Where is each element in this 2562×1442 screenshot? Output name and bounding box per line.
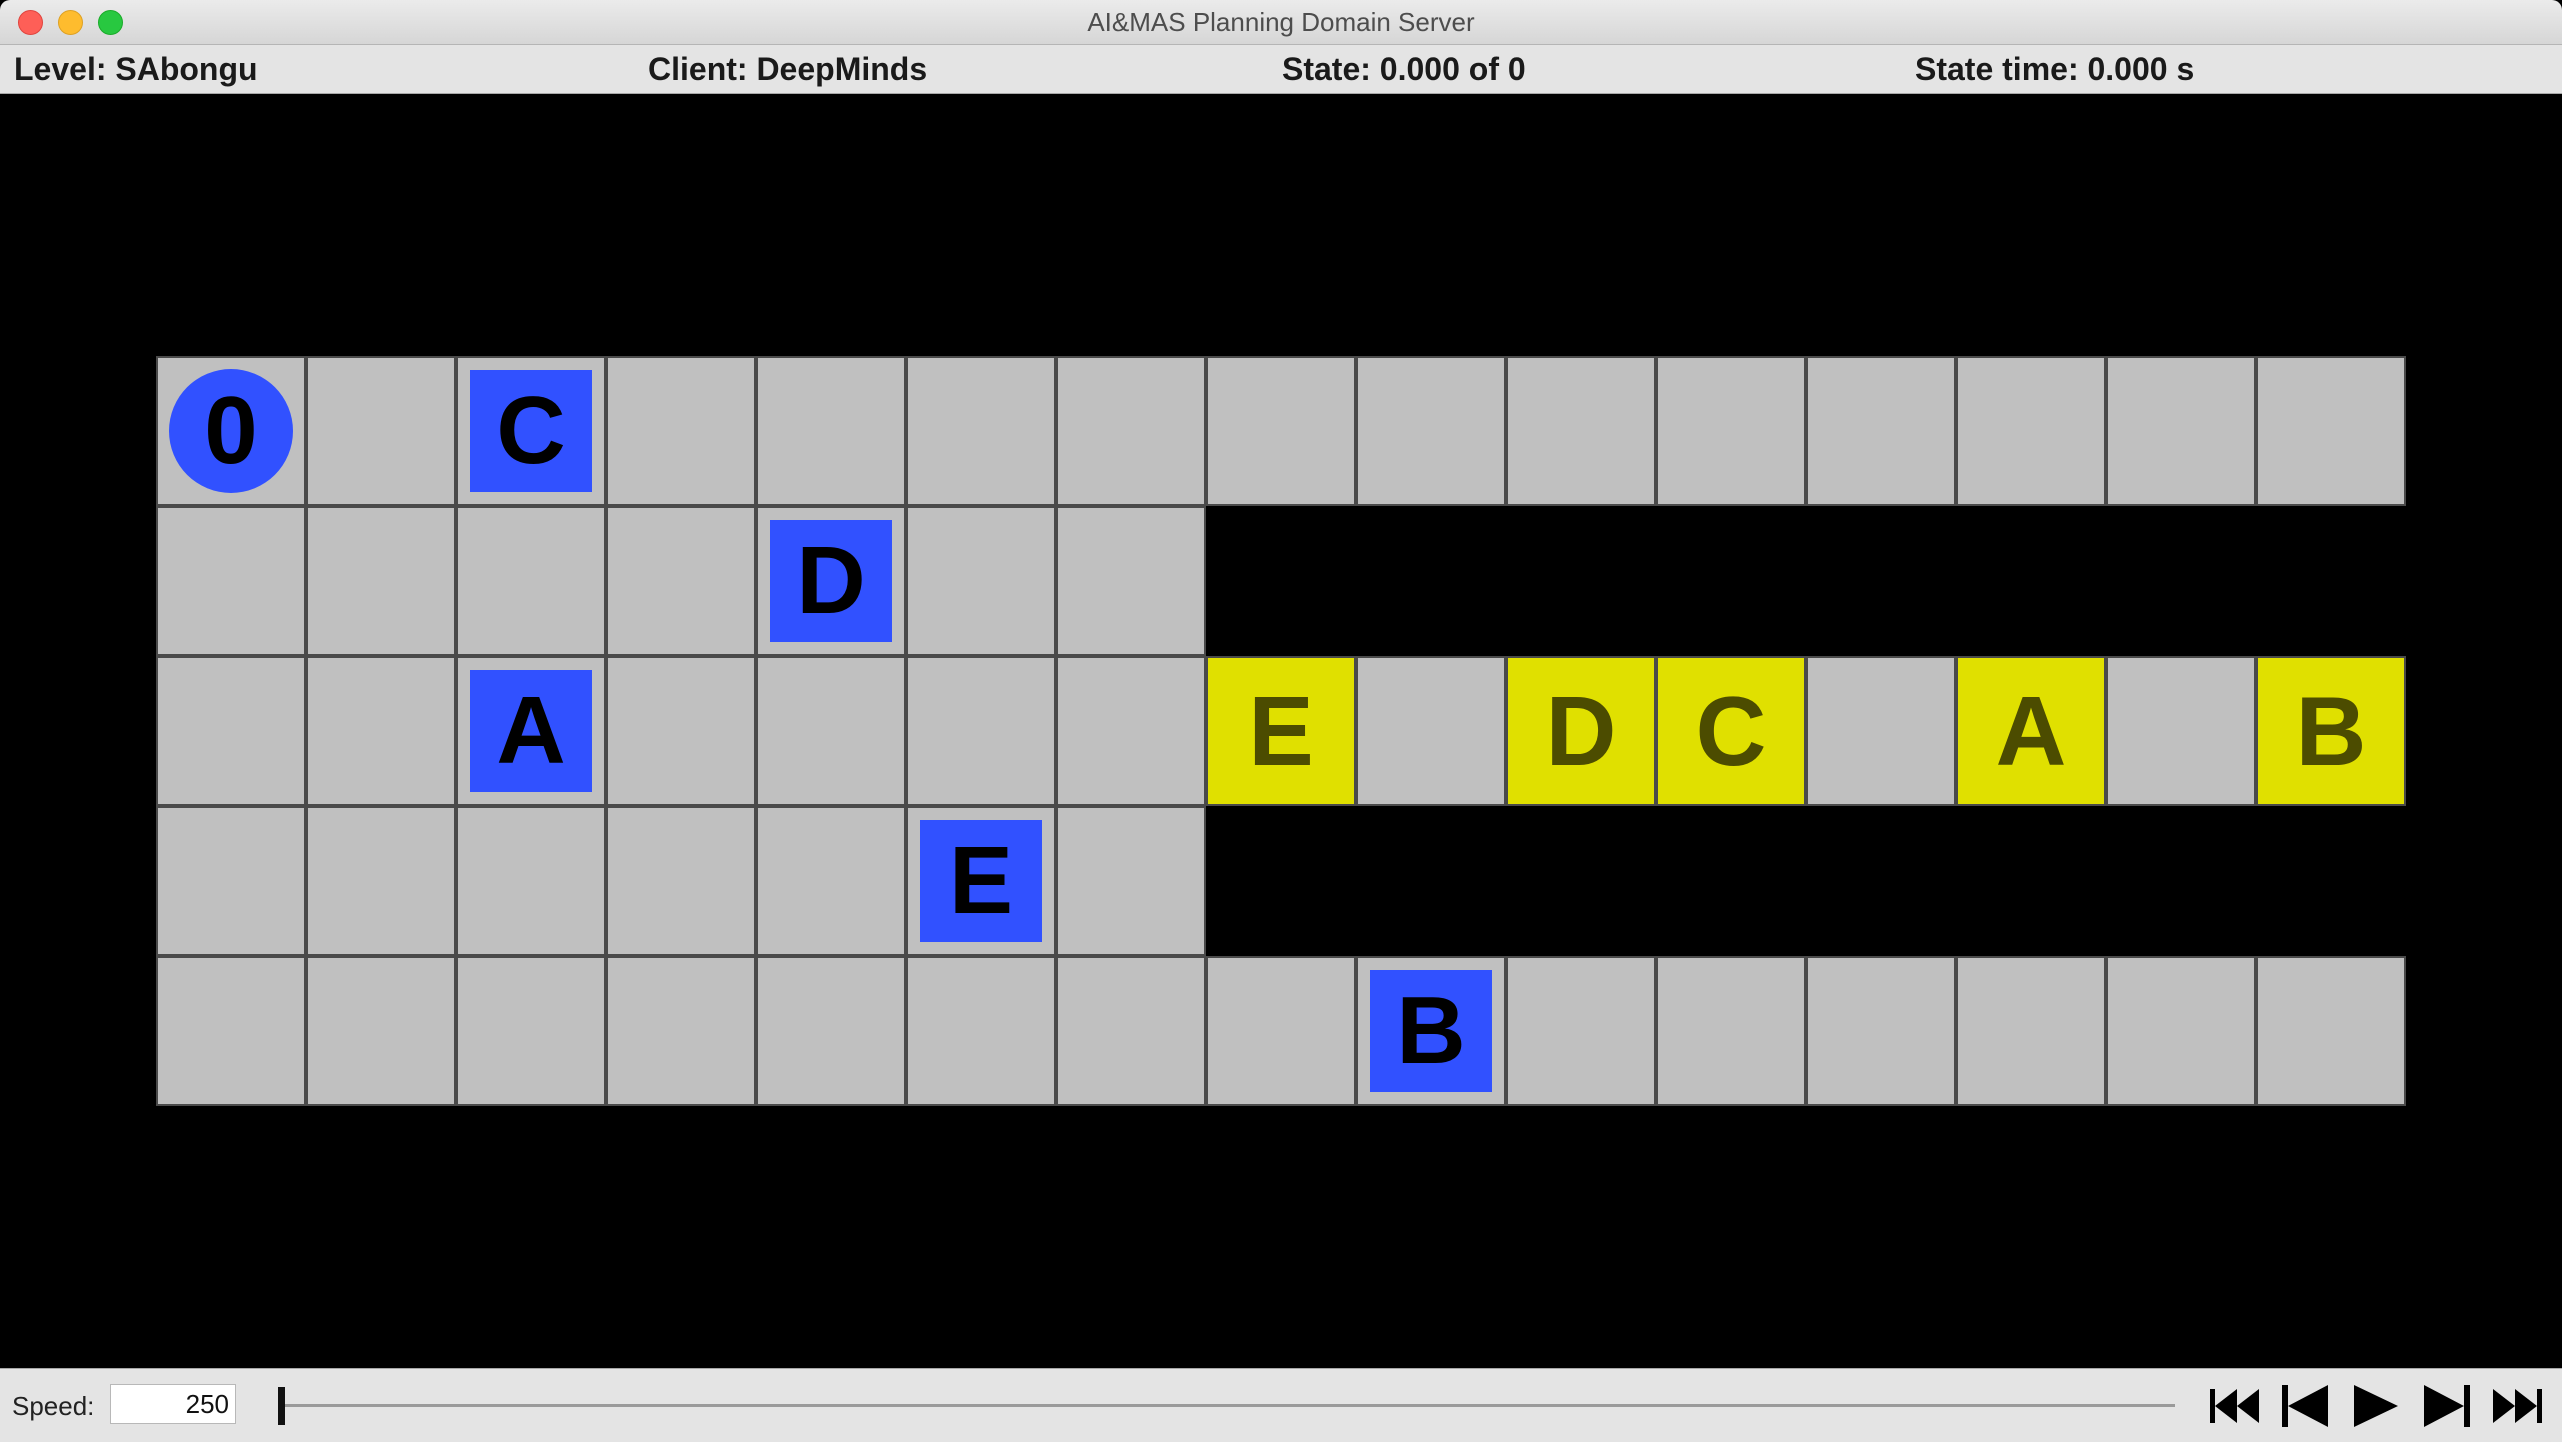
goal-cell: B [2256, 656, 2406, 806]
box: E [920, 820, 1042, 942]
skip-to-start-icon[interactable] [2204, 1381, 2264, 1431]
floor-cell [1056, 506, 1206, 656]
level-grid: EDCABCDAEB0 [156, 356, 2406, 1106]
skip-to-end-icon[interactable] [2488, 1381, 2548, 1431]
floor-cell [156, 506, 306, 656]
floor-cell [756, 806, 906, 956]
playback-controls: Speed: [0, 1368, 2562, 1442]
floor-cell [606, 956, 756, 1106]
floor-cell [606, 656, 756, 806]
box: B [1370, 970, 1492, 1092]
floor-cell [1206, 956, 1356, 1106]
floor-cell [1356, 356, 1506, 506]
step-forward-icon[interactable] [2416, 1381, 2476, 1431]
state-slider-thumb[interactable] [278, 1387, 285, 1425]
floor-cell [306, 806, 456, 956]
floor-cell [906, 506, 1056, 656]
goal-cell: D [1506, 656, 1656, 806]
speed-label: Speed: [12, 1391, 95, 1421]
status-bar: Level: SAbongu Client: DeepMinds State: … [0, 45, 2562, 94]
floor-cell [1356, 656, 1506, 806]
floor-cell [606, 506, 756, 656]
floor-cell [1056, 356, 1206, 506]
goal-cell: E [1206, 656, 1356, 806]
floor-cell [1806, 356, 1956, 506]
title-bar: AI&MAS Planning Domain Server [0, 0, 2562, 45]
floor-cell [906, 956, 1056, 1106]
floor-cell [1056, 956, 1206, 1106]
client-label: Client: DeepMinds [648, 51, 928, 87]
app-window: AI&MAS Planning Domain Server Level: SAb… [0, 0, 2562, 1442]
floor-cell [1506, 356, 1656, 506]
floor-cell [306, 506, 456, 656]
floor-cell [1506, 956, 1656, 1106]
floor-cell [906, 356, 1056, 506]
floor-cell [1956, 356, 2106, 506]
floor-cell [156, 956, 306, 1106]
agent: 0 [169, 369, 293, 493]
floor-cell [306, 956, 456, 1106]
floor-cell [1806, 656, 1956, 806]
floor-cell [456, 806, 606, 956]
floor-cell [606, 356, 756, 506]
floor-cell [2106, 956, 2256, 1106]
step-back-icon[interactable] [2276, 1381, 2336, 1431]
floor-cell [1956, 956, 2106, 1106]
floor-cell [1656, 356, 1806, 506]
state-slider-track[interactable] [282, 1404, 2175, 1407]
floor-cell [456, 506, 606, 656]
floor-cell [1206, 356, 1356, 506]
box: D [770, 520, 892, 642]
floor-cell [1056, 806, 1206, 956]
floor-cell [2106, 356, 2256, 506]
floor-cell [156, 656, 306, 806]
play-icon[interactable] [2346, 1381, 2406, 1431]
speed-input[interactable] [110, 1384, 236, 1424]
floor-cell [2256, 356, 2406, 506]
floor-cell [456, 956, 606, 1106]
floor-cell [756, 356, 906, 506]
floor-cell [906, 656, 1056, 806]
floor-cell [2256, 956, 2406, 1106]
level-label: Level: SAbongu [14, 51, 258, 87]
goal-cell: A [1956, 656, 2106, 806]
floor-cell [1656, 956, 1806, 1106]
floor-cell [756, 956, 906, 1106]
floor-cell [306, 356, 456, 506]
state-time-label: State time: 0.000 s [1915, 51, 2195, 87]
state-label: State: 0.000 of 0 [1282, 51, 1526, 87]
floor-cell [1806, 956, 1956, 1106]
floor-cell [2106, 656, 2256, 806]
box: C [470, 370, 592, 492]
floor-cell [1056, 656, 1206, 806]
goal-cell: C [1656, 656, 1806, 806]
floor-cell [606, 806, 756, 956]
floor-cell [306, 656, 456, 806]
floor-cell [756, 656, 906, 806]
box: A [470, 670, 592, 792]
floor-cell [156, 806, 306, 956]
window-title: AI&MAS Planning Domain Server [1087, 7, 1475, 37]
